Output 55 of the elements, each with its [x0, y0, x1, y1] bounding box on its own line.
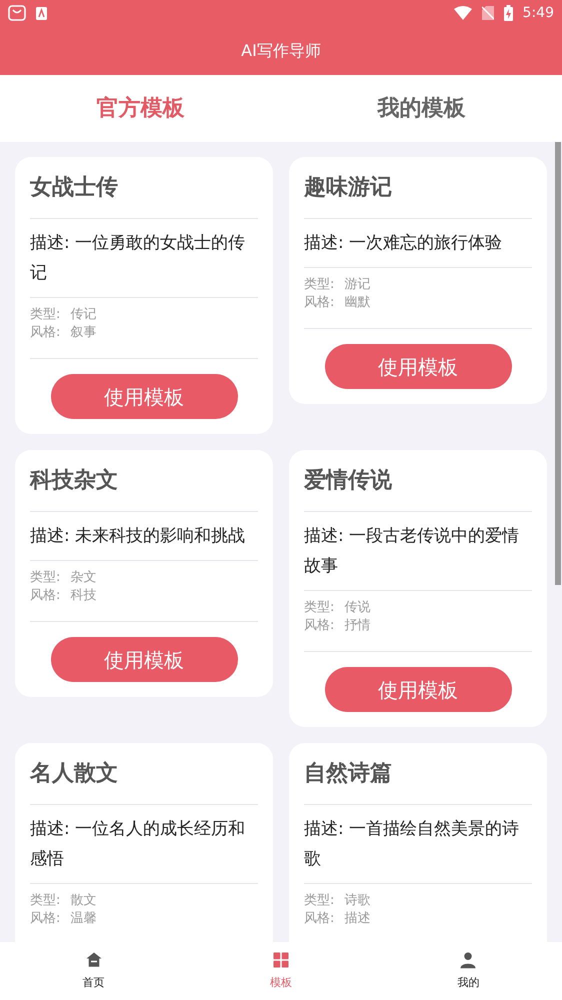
card-title: 科技杂文 — [30, 467, 119, 495]
person-icon — [459, 950, 478, 969]
card-title: 女战士传 — [30, 174, 119, 202]
style-value: 叙事 — [70, 324, 96, 342]
type-value: 诗歌 — [344, 892, 370, 910]
shopping-bag-icon — [8, 5, 26, 21]
card-title: 自然诗篇 — [304, 760, 393, 788]
card-title: 名人散文 — [30, 760, 119, 788]
app-title: AI写作导师 — [241, 40, 321, 62]
type-value: 传说 — [344, 599, 370, 617]
type-label: 类型: — [304, 276, 334, 294]
card-title: 爱情传说 — [304, 467, 393, 495]
tab[interactable]: 我的模板 — [281, 75, 562, 142]
nav-item[interactable]: 首页 — [0, 942, 188, 1000]
nav-item[interactable]: 我的 — [374, 942, 562, 1000]
style-value: 科技 — [70, 587, 96, 605]
card-title: 趣味游记 — [304, 174, 393, 202]
card-description: 描述: 一次难忘的旅行体验 — [304, 232, 504, 255]
type-value: 游记 — [344, 276, 370, 294]
type-label: 类型: — [30, 892, 60, 910]
type-label: 类型: — [30, 569, 60, 587]
tab[interactable]: 官方模板 — [0, 75, 281, 142]
battery-charging-icon — [504, 5, 513, 21]
card-description: 描述: 一位勇敢的女战士的传记 — [30, 232, 246, 285]
nav-item[interactable]: 模板 — [187, 942, 375, 1000]
use-template-button[interactable]: 使用模板 — [50, 637, 238, 682]
notification-icon — [36, 6, 47, 20]
wifi-icon — [454, 6, 472, 20]
style-value: 抒情 — [344, 617, 370, 635]
status-time: 5:49 — [522, 4, 554, 22]
type-value: 杂文 — [70, 569, 96, 587]
type-value: 散文 — [70, 892, 96, 910]
style-label: 风格: — [30, 324, 60, 342]
type-value: 传记 — [70, 306, 96, 324]
card-description: 描述: 一位名人的成长经历和感悟 — [30, 818, 246, 871]
style-label: 风格: — [304, 910, 334, 928]
style-value: 温馨 — [70, 910, 96, 928]
style-value: 描述 — [344, 910, 370, 928]
card-description: 描述: 未来科技的影响和挑战 — [30, 525, 246, 548]
card-description: 描述: 一段古老传说中的爱情故事 — [304, 525, 520, 578]
style-label: 风格: — [30, 910, 60, 928]
style-label: 风格: — [30, 587, 60, 605]
use-template-button[interactable]: 使用模板 — [324, 344, 512, 389]
style-value: 幽默 — [344, 294, 370, 312]
type-label: 类型: — [304, 892, 334, 910]
no-sim-icon — [482, 6, 494, 20]
style-label: 风格: — [304, 294, 334, 312]
use-template-button[interactable]: 使用模板 — [50, 374, 238, 419]
type-label: 类型: — [30, 306, 60, 324]
use-template-button[interactable]: 使用模板 — [324, 667, 512, 712]
style-label: 风格: — [304, 617, 334, 635]
card-description: 描述: 一首描绘自然美景的诗歌 — [304, 818, 520, 871]
type-label: 类型: — [304, 599, 334, 617]
home-icon — [84, 950, 103, 969]
grid-icon — [272, 950, 290, 969]
